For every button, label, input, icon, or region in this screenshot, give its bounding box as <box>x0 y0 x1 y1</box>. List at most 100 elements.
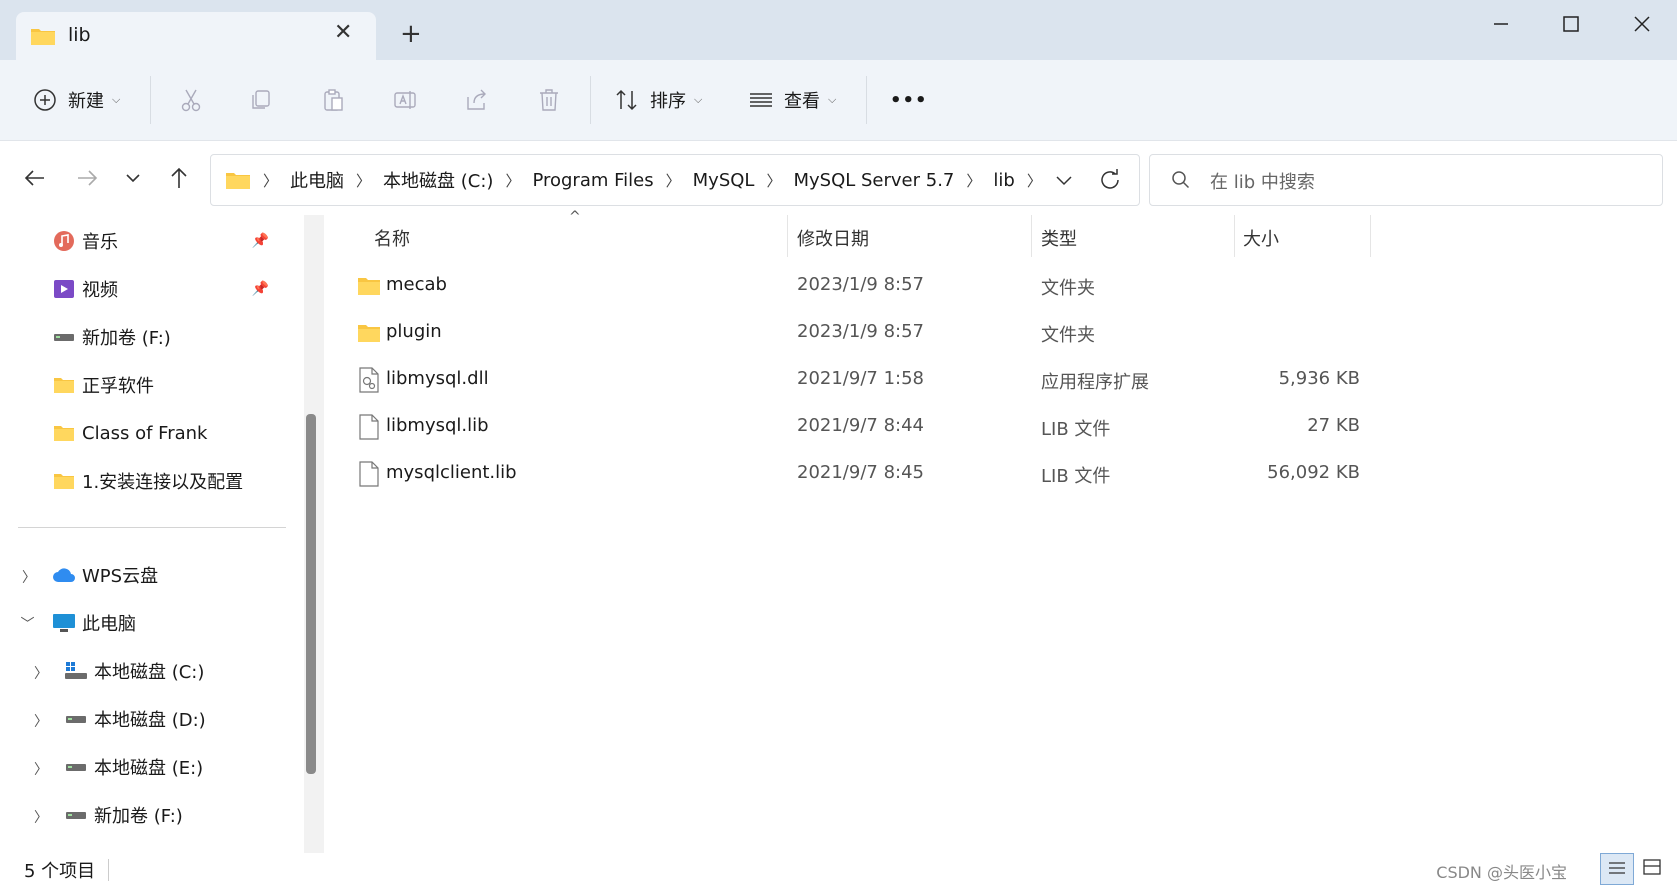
tab-lib[interactable]: lib ✕ <box>16 12 376 60</box>
file-row-mysqlclient-lib[interactable]: mysqlclient.lib 2021/9/7 8:45 LIB 文件 56,… <box>325 452 1677 496</box>
divider <box>18 527 286 528</box>
sort-icon <box>616 89 637 111</box>
sidebar-item-label: 本地磁盘 (D:) <box>94 710 206 731</box>
copy-button[interactable] <box>248 80 274 120</box>
column-header-size[interactable]: 大小 <box>1243 225 1279 251</box>
command-bar: 新建 ⌵ 排序 ⌵ 查看 ⌵ ••• <box>0 60 1677 141</box>
more-options-button[interactable]: ••• <box>890 80 928 120</box>
column-divider[interactable] <box>787 215 788 257</box>
minimize-button[interactable] <box>1480 10 1520 40</box>
paste-button[interactable] <box>320 80 346 120</box>
maximize-button[interactable] <box>1550 10 1590 40</box>
file-date: 2021/9/7 8:44 <box>797 415 924 436</box>
sidebar-item-drive-e[interactable]: 本地磁盘 (E:) <box>64 745 203 789</box>
breadcrumb: 〉 此电脑 〉 本地磁盘 (C:) 〉 Program Files 〉 MySQ… <box>225 155 1042 205</box>
file-date: 2023/1/9 8:57 <box>797 274 924 295</box>
address-history-button[interactable] <box>1049 165 1079 199</box>
sidebar-item-label: 音乐 <box>82 232 118 253</box>
delete-button[interactable] <box>536 80 562 120</box>
video-icon <box>52 277 76 301</box>
refresh-button[interactable] <box>1095 165 1125 199</box>
chevron-right-icon[interactable]: 〉 <box>22 567 36 587</box>
crumb-mysql-server[interactable]: MySQL Server 5.7 <box>793 170 954 191</box>
sidebar-item-label: Class of Frank <box>82 422 208 444</box>
cloud-icon <box>52 563 76 587</box>
crumb-drive-c[interactable]: 本地磁盘 (C:) <box>383 167 493 193</box>
file-row-libmysql-dll[interactable]: libmysql.dll 2021/9/7 1:58 应用程序扩展 5,936 … <box>325 358 1677 402</box>
sidebar-item-video[interactable]: 视频 📌 <box>52 267 297 311</box>
chevron-right-icon[interactable]: 〉 <box>34 759 48 779</box>
column-header-date[interactable]: 修改日期 <box>797 225 869 251</box>
close-tab-icon[interactable]: ✕ <box>334 20 352 45</box>
details-view-icon <box>1609 862 1625 874</box>
file-row-mecab[interactable]: mecab 2023/1/9 8:57 文件夹 <box>325 264 1677 308</box>
cut-button[interactable] <box>178 80 204 120</box>
sidebar-item-folder[interactable]: 正孚软件 <box>52 363 154 407</box>
chevron-right-icon: 〉 <box>356 171 372 190</box>
sidebar-item-music[interactable]: 音乐 📌 <box>52 219 297 263</box>
close-window-button[interactable] <box>1621 10 1661 40</box>
crumb-mysql[interactable]: MySQL <box>693 170 755 191</box>
folder-icon <box>358 325 380 342</box>
search-input[interactable]: 在 lib 中搜索 <box>1149 154 1663 206</box>
crumb-lib[interactable]: lib <box>993 170 1014 191</box>
column-divider[interactable] <box>1234 215 1235 257</box>
sidebar-item-this-pc[interactable]: 此电脑 <box>52 601 136 645</box>
sidebar-item-folder[interactable]: 1.安装连接以及配置 <box>52 459 243 503</box>
sidebar-item-drive-f[interactable]: 新加卷 (F:) <box>52 315 171 359</box>
new-label: 新建 <box>68 91 104 112</box>
address-bar[interactable]: 〉 此电脑 〉 本地磁盘 (C:) 〉 Program Files 〉 MySQ… <box>210 154 1140 206</box>
search-placeholder: 在 lib 中搜索 <box>1210 172 1315 193</box>
file-size: 5,936 KB <box>1278 368 1360 389</box>
arrow-up-icon <box>171 167 187 188</box>
chevron-right-icon[interactable]: 〉 <box>34 663 48 683</box>
sidebar-item-label: 本地磁盘 (E:) <box>94 758 204 779</box>
new-button[interactable]: 新建 ⌵ <box>32 80 120 120</box>
file-name: mysqlclient.lib <box>386 462 517 483</box>
column-divider[interactable] <box>1031 215 1032 257</box>
column-divider[interactable] <box>1370 215 1371 257</box>
divider <box>866 76 867 124</box>
plus-circle-icon <box>34 89 56 111</box>
forward-button[interactable] <box>72 163 102 193</box>
divider <box>590 76 591 124</box>
file-row-libmysql-lib[interactable]: libmysql.lib 2021/9/7 8:44 LIB 文件 27 KB <box>325 405 1677 449</box>
back-button[interactable] <box>20 163 50 193</box>
file-name: libmysql.dll <box>386 368 489 389</box>
chevron-right-icon: 〉 <box>766 171 782 190</box>
share-button[interactable] <box>464 80 490 120</box>
new-tab-button[interactable]: + <box>400 20 422 48</box>
sidebar-item-folder[interactable]: Class of Frank <box>52 411 207 455</box>
chevron-down-icon[interactable]: 〉 <box>17 616 37 630</box>
chevron-down-icon: ⌵ <box>112 93 121 106</box>
chevron-right-icon[interactable]: 〉 <box>34 711 48 731</box>
file-size: 27 KB <box>1307 415 1360 436</box>
details-view-button[interactable] <box>1600 853 1634 885</box>
sidebar-item-label: 新加卷 (F:) <box>94 806 183 827</box>
up-button[interactable] <box>164 163 194 193</box>
column-header-name[interactable]: 名称 <box>374 225 410 251</box>
tiles-view-button[interactable] <box>1636 853 1668 883</box>
chevron-right-icon[interactable]: 〉 <box>34 807 48 827</box>
scrollbar-thumb[interactable] <box>306 414 316 774</box>
sidebar-item-label: 1.安装连接以及配置 <box>82 472 244 493</box>
sidebar-item-label: 正孚软件 <box>82 376 154 397</box>
search-icon <box>1172 171 1190 189</box>
file-icon <box>359 461 379 487</box>
tab-title: lib <box>68 24 91 46</box>
chevron-down-icon <box>1056 176 1072 186</box>
view-button[interactable]: 查看 ⌵ <box>748 80 836 120</box>
sidebar-item-drive-d[interactable]: 本地磁盘 (D:) <box>64 697 206 741</box>
sort-button[interactable]: 排序 ⌵ <box>614 80 702 120</box>
sidebar-item-wps-cloud[interactable]: WPS云盘 <box>52 553 158 597</box>
crumb-program-files[interactable]: Program Files <box>532 170 653 191</box>
rename-button[interactable] <box>392 80 418 120</box>
file-row-plugin[interactable]: plugin 2023/1/9 8:57 文件夹 <box>325 311 1677 355</box>
sidebar-item-drive-c[interactable]: 本地磁盘 (C:) <box>64 649 204 693</box>
watermark: CSDN @头医小宝 <box>1436 863 1567 882</box>
music-icon <box>52 229 76 253</box>
column-header-type[interactable]: 类型 <box>1041 225 1077 251</box>
crumb-this-pc[interactable]: 此电脑 <box>290 167 344 193</box>
sidebar-item-drive-f[interactable]: 新加卷 (F:) <box>64 793 183 837</box>
recent-locations-button[interactable] <box>118 163 148 193</box>
